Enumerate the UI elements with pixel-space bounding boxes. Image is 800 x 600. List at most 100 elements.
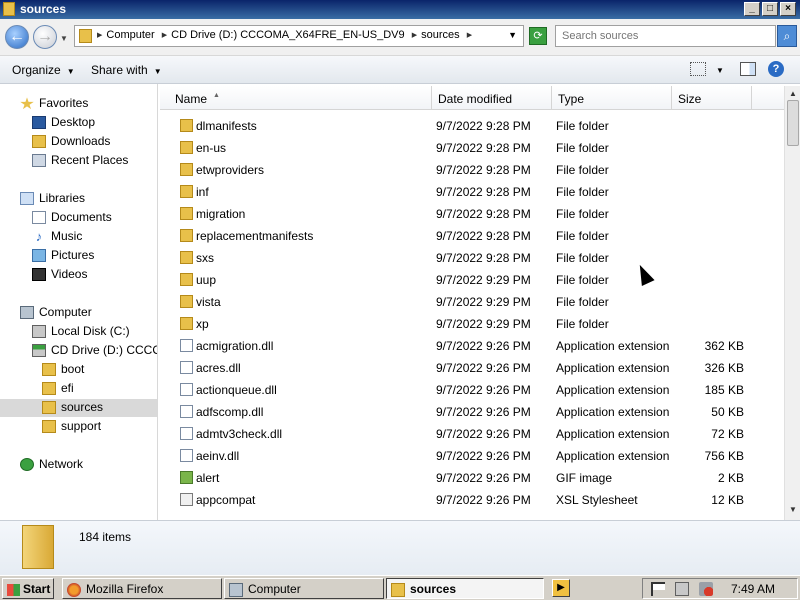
file-row[interactable]: en-us 9/7/2022 9:28 PM File folder xyxy=(160,137,784,159)
file-row[interactable]: uup 9/7/2022 9:29 PM File folder xyxy=(160,269,784,291)
nav-desktop[interactable]: Desktop xyxy=(32,115,95,133)
file-row[interactable]: admtv3check.dll 9/7/2022 9:26 PM Applicati… xyxy=(160,423,784,445)
column-name[interactable]: Name ▲ xyxy=(160,86,432,110)
column-type[interactable]: Type xyxy=(552,86,672,110)
forward-button[interactable]: → xyxy=(33,25,57,49)
command-bar: Organize ▼ Share with ▼ ▼ ? xyxy=(0,56,800,84)
file-date: 9/7/2022 9:28 PM xyxy=(436,141,531,155)
file-row[interactable]: aeinv.dll 9/7/2022 9:26 PM Application ext… xyxy=(160,445,784,467)
folder-icon xyxy=(22,525,54,569)
search-input[interactable] xyxy=(555,25,776,47)
file-type: File folder xyxy=(556,185,609,199)
nav-network[interactable]: Network xyxy=(20,457,83,475)
file-name: etwproviders xyxy=(196,163,265,177)
file-row[interactable]: migration 9/7/2022 9:28 PM File folder xyxy=(160,203,784,225)
file-name: admtv3check.dll xyxy=(196,427,283,441)
breadcrumb-computer[interactable]: Computer xyxy=(106,29,154,41)
back-button[interactable]: ← xyxy=(5,25,29,49)
file-date: 9/7/2022 9:28 PM xyxy=(436,163,531,177)
task-sources[interactable]: sources xyxy=(386,578,544,599)
file-row[interactable]: xp 9/7/2022 9:29 PM File folder xyxy=(160,313,784,335)
volume-muted-icon[interactable] xyxy=(699,582,713,596)
address-dropdown-icon[interactable]: ▼ xyxy=(508,30,517,40)
file-date: 9/7/2022 9:28 PM xyxy=(436,207,531,221)
nav-documents[interactable]: Documents xyxy=(32,210,112,228)
file-row[interactable]: acmigration.dll 9/7/2022 9:26 PM Applicati… xyxy=(160,335,784,357)
file-row[interactable]: dlmanifests 9/7/2022 9:28 PM File folder xyxy=(160,115,784,137)
clock[interactable]: 7:49 AM xyxy=(731,582,775,596)
column-size[interactable]: Size xyxy=(672,86,752,110)
file-name: replacementmanifests xyxy=(196,229,314,243)
organize-button[interactable]: Organize ▼ xyxy=(12,63,75,77)
title-bar[interactable]: sources _ □ × xyxy=(0,0,800,19)
nav-pictures-label: Pictures xyxy=(51,248,95,262)
sort-ascending-icon: ▲ xyxy=(213,92,220,99)
action-center-flag-icon[interactable] xyxy=(651,582,665,596)
file-row[interactable]: acres.dll 9/7/2022 9:26 PM Application ext… xyxy=(160,357,784,379)
file-type: File folder xyxy=(556,295,609,309)
file-row[interactable]: replacementmanifests 9/7/2022 9:28 PM File… xyxy=(160,225,784,247)
file-row[interactable]: actionqueue.dll 9/7/2022 9:26 PM Applicati… xyxy=(160,379,784,401)
minimize-button[interactable]: _ xyxy=(744,2,760,16)
file-row[interactable]: sxs 9/7/2022 9:28 PM File folder xyxy=(160,247,784,269)
libraries-icon xyxy=(20,192,34,206)
nav-efi[interactable]: efi xyxy=(42,381,74,399)
breadcrumb-arrow-icon[interactable]: ▶ xyxy=(97,32,102,39)
close-button[interactable]: × xyxy=(780,2,796,16)
search-icon[interactable]: ⌕ xyxy=(777,25,797,47)
column-date-modified[interactable]: Date modified xyxy=(432,86,552,110)
network-status-icon[interactable] xyxy=(675,582,689,596)
maximize-button[interactable]: □ xyxy=(762,2,778,16)
nav-sources[interactable]: sources xyxy=(0,399,157,417)
nav-local-disk-label: Local Disk (C:) xyxy=(51,324,130,338)
file-row[interactable]: vista 9/7/2022 9:29 PM File folder xyxy=(160,291,784,313)
task-computer[interactable]: Computer xyxy=(224,578,384,599)
nav-boot[interactable]: boot xyxy=(42,362,84,380)
address-box[interactable]: ▶ Computer ▶ CD Drive (D:) CCCOMA_X64FRE_E… xyxy=(74,25,524,47)
file-size: 756 KB xyxy=(704,449,744,463)
view-options-dropdown[interactable]: ▼ xyxy=(716,66,724,75)
nav-support[interactable]: support xyxy=(42,419,101,437)
nav-computer[interactable]: Computer xyxy=(20,305,92,323)
start-button[interactable]: Start xyxy=(2,578,54,599)
file-row[interactable]: alert 9/7/2022 9:26 PM GIF image 2 KB xyxy=(160,467,784,489)
nav-cd-drive[interactable]: CD Drive (D:) CCCOMA_X64FRE_EN-US_DV9 xyxy=(32,343,157,361)
file-type: File folder xyxy=(556,119,609,133)
nav-downloads[interactable]: Downloads xyxy=(32,134,110,152)
dll-file-icon xyxy=(180,449,193,462)
nav-libraries[interactable]: Libraries xyxy=(20,191,85,209)
scroll-down-icon[interactable]: ▼ xyxy=(787,504,799,516)
breadcrumb-arrow-icon[interactable]: ▶ xyxy=(467,32,472,39)
nav-pictures[interactable]: Pictures xyxy=(32,248,94,266)
network-icon xyxy=(20,458,34,472)
nav-videos[interactable]: Videos xyxy=(32,267,87,285)
change-view-icon[interactable] xyxy=(690,62,706,76)
nav-favorites[interactable]: Favorites xyxy=(20,96,88,114)
file-date: 9/7/2022 9:28 PM xyxy=(436,251,531,265)
vertical-scrollbar[interactable]: ▲ ▼ xyxy=(784,86,800,520)
scroll-up-icon[interactable]: ▲ xyxy=(787,88,799,100)
media-player-icon[interactable]: ▶ xyxy=(552,579,570,597)
file-row[interactable]: inf 9/7/2022 9:28 PM File folder xyxy=(160,181,784,203)
nav-recent-places-label: Recent Places xyxy=(51,153,129,167)
preview-pane-icon[interactable] xyxy=(740,62,756,76)
drive-icon xyxy=(32,325,46,339)
nav-local-disk[interactable]: Local Disk (C:) xyxy=(32,324,130,342)
scroll-thumb[interactable] xyxy=(787,100,799,146)
file-row[interactable]: appcompat 9/7/2022 9:26 PM XSL Stylesheet 1… xyxy=(160,489,784,511)
breadcrumb-sources[interactable]: sources xyxy=(421,29,460,41)
task-firefox[interactable]: Mozilla Firefox xyxy=(62,578,222,599)
recent-pages-dropdown[interactable]: ▼ xyxy=(60,34,68,43)
file-row[interactable]: adfscomp.dll 9/7/2022 9:26 PM Application … xyxy=(160,401,784,423)
file-row[interactable]: etwproviders 9/7/2022 9:28 PM File folder xyxy=(160,159,784,181)
breadcrumb-cd-drive[interactable]: CD Drive (D:) CCCOMA_X64FRE_EN-US_DV9 xyxy=(171,29,405,41)
nav-recent-places[interactable]: Recent Places xyxy=(32,153,128,171)
file-date: 9/7/2022 9:26 PM xyxy=(436,449,531,463)
breadcrumb-arrow-icon[interactable]: ▶ xyxy=(162,32,167,39)
help-icon[interactable]: ? xyxy=(768,61,784,77)
file-date: 9/7/2022 9:29 PM xyxy=(436,295,531,309)
breadcrumb-arrow-icon[interactable]: ▶ xyxy=(412,32,417,39)
share-with-button[interactable]: Share with ▼ xyxy=(91,63,162,77)
nav-music[interactable]: ♪ Music xyxy=(32,229,83,247)
refresh-button[interactable]: ⟳ xyxy=(529,27,547,45)
